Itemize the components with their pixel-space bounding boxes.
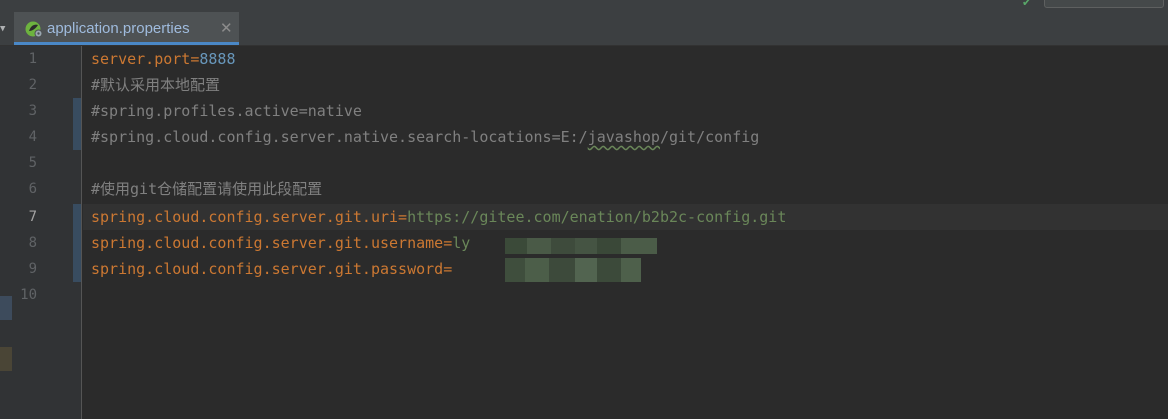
- close-icon[interactable]: ✕: [220, 19, 233, 37]
- line-number: 10: [20, 287, 37, 303]
- equals-sign: =: [443, 260, 453, 278]
- tool-window-marker[interactable]: [0, 347, 12, 371]
- tab-label: application.properties: [47, 20, 190, 37]
- comment-text: #使用git仓储配置请使用此段配置: [91, 180, 323, 198]
- code-line-2[interactable]: #默认采用本地配置: [91, 72, 220, 98]
- code-line-1[interactable]: server.port=8888: [91, 46, 236, 72]
- line-number: 8: [28, 235, 37, 251]
- vcs-change-marker[interactable]: [73, 98, 81, 150]
- redacted-value-mosaic: [505, 238, 657, 282]
- spellcheck-word: javashop: [587, 128, 660, 146]
- line-number: 1: [28, 51, 37, 67]
- tab-application-properties[interactable]: application.properties ✕: [14, 12, 239, 45]
- code-line-6[interactable]: #使用git仓储配置请使用此段配置: [91, 176, 322, 202]
- vcs-change-marker[interactable]: [73, 204, 81, 282]
- property-value: https://gitee.com/enation/b2b2c-config.g…: [407, 208, 787, 226]
- line-number: 9: [28, 261, 37, 277]
- comment-text: #spring.profiles.active=native: [91, 102, 362, 120]
- property-key: server.port: [91, 50, 191, 68]
- equals-sign: =: [443, 234, 453, 252]
- line-number: 2: [28, 77, 37, 93]
- line-number: 3: [28, 103, 37, 119]
- comment-text: /git/config: [659, 128, 760, 146]
- line-number-current: 7: [28, 209, 37, 225]
- equals-sign: =: [398, 208, 408, 226]
- spring-properties-icon: [25, 21, 43, 38]
- line-number: 4: [28, 129, 37, 145]
- property-key: spring.cloud.config.server.git.username: [91, 234, 444, 252]
- property-key: spring.cloud.config.server.git.password: [91, 260, 444, 278]
- top-toolbar-strip: ✔: [0, 0, 1168, 12]
- code-line-7[interactable]: spring.cloud.config.server.git.uri=https…: [91, 204, 786, 230]
- property-value: ly: [452, 234, 471, 252]
- code-line-3[interactable]: #spring.profiles.active=native: [91, 98, 362, 124]
- editor-tab-bar: ▼ application.properties ✕: [0, 12, 1168, 46]
- ide-window: ✔ ▼ application.properties ✕ 1 2 3 4 5 6…: [0, 0, 1168, 419]
- comment-text: #默认采用本地配置: [91, 76, 221, 94]
- comment-text: #spring.cloud.config.server.native.searc…: [91, 128, 588, 146]
- property-key: spring.cloud.config.server.git.uri: [91, 208, 399, 226]
- code-line-9[interactable]: spring.cloud.config.server.git.password=: [91, 256, 452, 282]
- line-number: 5: [28, 155, 37, 171]
- run-config-combo[interactable]: [1044, 0, 1164, 8]
- checkmark-icon[interactable]: ✔: [1022, 0, 1031, 9]
- line-number: 6: [28, 181, 37, 197]
- tab-menu-icon[interactable]: ▼: [0, 24, 10, 34]
- code-line-8[interactable]: spring.cloud.config.server.git.username=…: [91, 230, 470, 256]
- property-value: 8888: [199, 50, 236, 68]
- tool-window-marker[interactable]: [0, 296, 12, 320]
- code-line-4[interactable]: #spring.cloud.config.server.native.searc…: [91, 124, 759, 150]
